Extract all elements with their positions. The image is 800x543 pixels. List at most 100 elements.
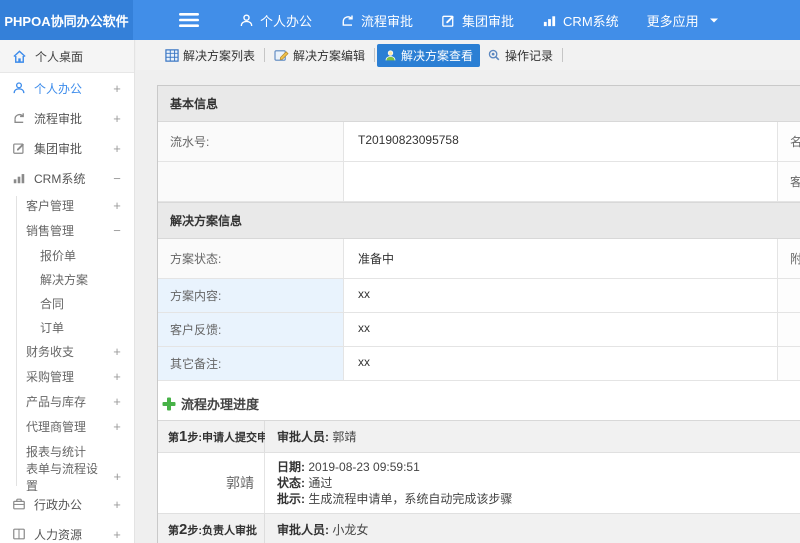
expand-toggle[interactable]: +	[112, 81, 122, 96]
field-right-spacer	[778, 347, 800, 380]
main-content: 基本信息 流水号: T20190823095758 名称 客户 解决方案信息 方…	[136, 70, 800, 543]
expand-toggle[interactable]: +	[113, 469, 122, 484]
sidebar-item-label: 报价单	[40, 248, 77, 263]
sidebar-item-desktop[interactable]: 个人桌面	[0, 40, 134, 73]
collapse-toggle[interactable]: −	[112, 223, 122, 238]
nav-item-more-apps[interactable]: 更多应用	[633, 0, 733, 40]
expand-toggle[interactable]: +	[112, 527, 122, 542]
briefcase-icon	[12, 497, 26, 511]
field-label	[158, 162, 344, 201]
detail-status-line: 状态: 通过	[277, 476, 333, 490]
app-logo: PHPOA协同办公软件	[0, 0, 133, 40]
nav-item-group-approval[interactable]: 集团审批	[427, 0, 528, 40]
field-value: 准备中	[344, 239, 778, 278]
detail-comment-line: 批示: 生成流程申请单，系统自动完成该步骤	[277, 492, 513, 506]
sidebar-item-label: 采购管理	[26, 370, 75, 384]
sidebar-item-label: 财务收支	[26, 345, 75, 359]
approver-name: 郭靖	[158, 453, 265, 513]
step-approver: 审批人员: 郭靖	[265, 421, 800, 452]
sidebar-item-label: 集团审批	[34, 141, 83, 156]
tab-solution-view[interactable]: 解决方案查看	[377, 43, 481, 67]
sidebar-item-label: 人力资源	[34, 527, 83, 542]
field-label: 方案内容:	[158, 279, 344, 312]
expand-toggle[interactable]: +	[112, 497, 122, 512]
sidebar-item-order[interactable]: 订单	[0, 315, 134, 339]
progress-title-text: 流程办理进度	[181, 397, 260, 412]
tab-operation-log[interactable]: 操作记录	[480, 44, 560, 67]
sidebar-item-quotation[interactable]: 报价单	[0, 243, 134, 267]
sidebar-item-customer-mgmt[interactable]: 客户管理 +	[0, 193, 134, 218]
sidebar-item-contract[interactable]: 合同	[0, 291, 134, 315]
progress-table: 第1步:申请人提交申请 审批人员: 郭靖 郭靖 日期: 2019-08-23 0…	[158, 420, 800, 543]
tab-separator	[374, 48, 376, 62]
section-title-solution-info: 解决方案信息	[158, 202, 800, 239]
sidebar-item-product-stock[interactable]: 产品与库存 +	[0, 389, 134, 414]
sidebar-item-process-approval[interactable]: 流程审批 +	[0, 103, 134, 133]
field-label: 其它备注:	[158, 347, 344, 380]
sidebar-item-label: 代理商管理	[26, 420, 87, 434]
progress-step-header: 第2步:负责人审批 审批人员: 小龙女	[158, 514, 800, 543]
sidebar-item-label: 行政办公	[34, 497, 83, 512]
navbar-items: 个人办公 流程审批 集团审批 CRM系统 更多应用	[225, 0, 733, 40]
field-label: 附件	[778, 239, 800, 278]
nav-item-label: 集团审批	[462, 13, 515, 29]
nav-item-process-approval[interactable]: 流程审批	[326, 0, 427, 40]
chevron-down-icon	[709, 17, 719, 24]
expand-toggle[interactable]: +	[112, 344, 122, 359]
expand-toggle[interactable]: +	[112, 394, 122, 409]
sidebar-item-group-approval[interactable]: 集团审批 +	[0, 133, 134, 163]
nav-item-personal-office[interactable]: 个人办公	[225, 0, 326, 40]
progress-step-header: 第1步:申请人提交申请 审批人员: 郭靖	[158, 421, 800, 453]
table-row-status: 方案状态: 准备中 附件	[158, 239, 800, 279]
field-label: 流水号:	[158, 122, 344, 161]
tab-solution-list[interactable]: 解决方案列表	[158, 44, 262, 67]
sidebar-item-purchase[interactable]: 采购管理 +	[0, 364, 134, 389]
expand-toggle[interactable]: +	[112, 198, 122, 213]
green-plus-icon	[162, 397, 176, 411]
sidebar-item-label: 销售管理	[26, 224, 75, 238]
sidebar-item-solution[interactable]: 解决方案	[0, 267, 134, 291]
sidebar-item-label: CRM系统	[34, 171, 86, 186]
table-row-remarks: 其它备注: xx	[158, 347, 800, 381]
sidebar-item-crm-system[interactable]: CRM系统 −	[0, 163, 134, 193]
sidebar-item-sales-mgmt[interactable]: 销售管理 −	[0, 218, 134, 243]
sidebar-item-label: 报表与统计	[26, 445, 87, 459]
nav-item-crm-system[interactable]: CRM系统	[528, 0, 633, 40]
field-value: T20190823095758	[344, 122, 778, 161]
field-label: 方案状态:	[158, 239, 344, 278]
section-title-basic-info: 基本信息	[158, 86, 800, 122]
home-icon	[12, 49, 27, 64]
step-name: 第2步:负责人审批	[158, 514, 265, 543]
table-row-serial-number: 流水号: T20190823095758 名称	[158, 122, 800, 162]
collapse-toggle[interactable]: −	[112, 171, 122, 186]
expand-toggle[interactable]: +	[112, 369, 122, 384]
field-label: 客户	[778, 162, 800, 201]
expand-toggle[interactable]: +	[112, 111, 122, 126]
nav-item-label: 流程审批	[361, 13, 414, 29]
table-row-content: 方案内容: xx	[158, 279, 800, 313]
hamburger-menu-icon[interactable]	[179, 13, 199, 27]
bar-chart-icon	[12, 171, 26, 185]
expand-toggle[interactable]: +	[112, 141, 122, 156]
edit-doc-icon	[274, 49, 289, 62]
field-right-spacer	[778, 313, 800, 346]
sidebar-item-agent-mgmt[interactable]: 代理商管理 +	[0, 414, 134, 439]
tab-label: 解决方案列表	[183, 48, 256, 63]
field-value: xx	[344, 313, 778, 346]
field-right-spacer	[778, 279, 800, 312]
sidebar-item-form-flow-settings[interactable]: 表单与流程设置 +	[0, 462, 134, 493]
nav-item-label: 个人办公	[260, 13, 313, 29]
edit-square-icon	[12, 141, 26, 155]
sidebar: 个人桌面 个人办公 + 流程审批 + 集团审批 + CRM系统 − 客户管理 +…	[0, 40, 135, 543]
bar-chart-icon	[542, 13, 557, 28]
progress-section-title: 流程办理进度	[158, 381, 800, 420]
sidebar-item-personal-office[interactable]: 个人办公 +	[0, 73, 134, 103]
expand-toggle[interactable]: +	[112, 419, 122, 434]
tab-solution-edit[interactable]: 解决方案编辑	[267, 44, 372, 67]
sidebar-item-human-resources[interactable]: 人力资源 +	[0, 519, 134, 543]
sidebar-item-label: 解决方案	[40, 272, 89, 287]
sidebar-item-admin-office[interactable]: 行政办公 +	[0, 489, 134, 519]
sidebar-item-finance[interactable]: 财务收支 +	[0, 339, 134, 364]
sidebar-item-label: 个人桌面	[35, 49, 84, 64]
view-tabbar: 解决方案列表 解决方案编辑 解决方案查看 操作记录	[136, 40, 800, 70]
